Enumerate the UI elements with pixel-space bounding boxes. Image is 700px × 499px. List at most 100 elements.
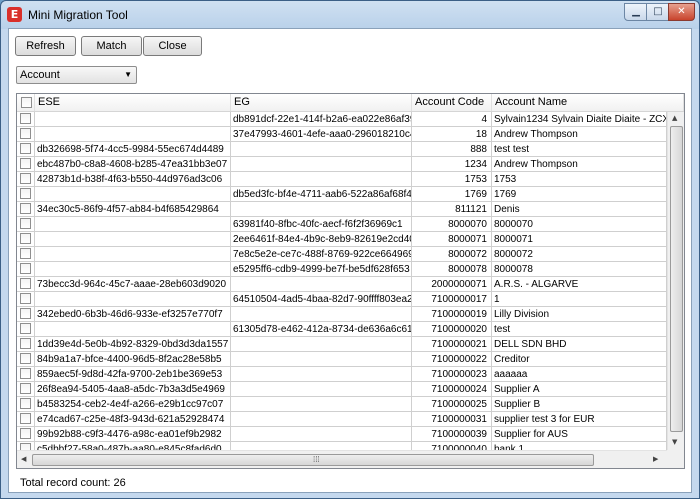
row-checkbox[interactable] (20, 278, 31, 289)
cell-account-code[interactable]: 7100000024 (412, 382, 492, 397)
cell-ese[interactable] (35, 322, 231, 337)
table-row[interactable]: 73becc3d-964c-45c7-aaae-28eb603d9020 2000… (17, 277, 667, 292)
cell-ese[interactable]: e74cad67-c25e-48f3-943d-621a52928474 (35, 412, 231, 427)
cell-account-code[interactable]: 4 (412, 112, 492, 127)
cell-account-code[interactable]: 7100000020 (412, 322, 492, 337)
cell-account-name[interactable]: supplier test 3 for EUR (492, 412, 667, 427)
cell-account-name[interactable]: Denis (492, 202, 667, 217)
table-row[interactable]: 26f8ea94-5405-4aa8-a5dc-7b3a3d5e4969 7100… (17, 382, 667, 397)
horizontal-scroll-thumb[interactable]: ⁞⁞⁞ (32, 454, 594, 466)
row-checkbox[interactable] (20, 368, 31, 379)
row-checkbox[interactable] (20, 353, 31, 364)
cell-ese[interactable] (35, 112, 231, 127)
cell-account-name[interactable]: 1 (492, 292, 667, 307)
match-button[interactable]: Match (81, 36, 142, 56)
table-row[interactable]: 342ebed0-6b3b-46d6-933e-ef3257e770f7 7100… (17, 307, 667, 322)
column-header-account-code[interactable]: Account Code (412, 94, 492, 111)
table-row[interactable]: 859aec5f-9d8d-42fa-9700-2eb1be369e53 7100… (17, 367, 667, 382)
table-row[interactable]: 84b9a1a7-bfce-4400-96d5-8f2ac28e58b5 7100… (17, 352, 667, 367)
cell-eg[interactable]: e5295ff6-cdb9-4999-be7f-be5df628f653 (231, 262, 412, 277)
cell-ese[interactable]: 73becc3d-964c-45c7-aaae-28eb603d9020 (35, 277, 231, 292)
cell-account-name[interactable]: Sylvain1234 Sylvain Diaite Diaite - ZCX7… (492, 112, 667, 127)
column-header-ese[interactable]: ESE (35, 94, 231, 111)
cell-account-code[interactable]: 1234 (412, 157, 492, 172)
cell-ese[interactable]: 342ebed0-6b3b-46d6-933e-ef3257e770f7 (35, 307, 231, 322)
row-checkbox[interactable] (20, 428, 31, 439)
cell-account-code[interactable]: 2000000071 (412, 277, 492, 292)
cell-account-name[interactable]: Lilly Division (492, 307, 667, 322)
entity-type-dropdown[interactable]: Account ▼ (16, 66, 137, 84)
cell-eg[interactable]: db5ed3fc-bf4e-4711-aab6-522a86af68f4 (231, 187, 412, 202)
cell-account-code[interactable]: 7100000023 (412, 367, 492, 382)
cell-ese[interactable]: 1dd39e4d-5e0b-4b92-8329-0bd3d3da1557 (35, 337, 231, 352)
cell-ese[interactable]: 99b92b88-c9f3-4476-a98c-ea01ef9b2982 (35, 427, 231, 442)
cell-eg[interactable]: 61305d78-e462-412a-8734-de636a6c618c (231, 322, 412, 337)
cell-account-name[interactable]: 8000071 (492, 232, 667, 247)
row-checkbox[interactable] (20, 413, 31, 424)
cell-account-code[interactable]: 811121 (412, 202, 492, 217)
cell-eg[interactable]: db891dcf-22e1-414f-b2a6-ea022e86af39 (231, 112, 412, 127)
cell-account-name[interactable]: 8000078 (492, 262, 667, 277)
minimize-button[interactable]: ▁ (624, 3, 648, 21)
cell-ese[interactable] (35, 292, 231, 307)
table-row[interactable]: b4583254-ceb2-4e4f-a266-e29b1cc97c07 7100… (17, 397, 667, 412)
table-row[interactable]: 99b92b88-c9f3-4476-a98c-ea01ef9b2982 7100… (17, 427, 667, 442)
row-checkbox[interactable] (20, 158, 31, 169)
scroll-down-icon[interactable]: ▼ (672, 438, 677, 446)
cell-eg[interactable] (231, 277, 412, 292)
row-checkbox[interactable] (20, 383, 31, 394)
table-row[interactable]: 2ee6461f-84e4-4b9c-8eb9-82619e2cd408 8000… (17, 232, 667, 247)
table-row[interactable]: 42873b1d-b38f-4f63-b550-44d976ad3c06 1753… (17, 172, 667, 187)
cell-ese[interactable]: 84b9a1a7-bfce-4400-96d5-8f2ac28e58b5 (35, 352, 231, 367)
row-checkbox[interactable] (20, 128, 31, 139)
cell-account-name[interactable]: test (492, 322, 667, 337)
table-row[interactable]: 37e47993-4601-4efe-aaa0-296018210c43 18 An… (17, 127, 667, 142)
table-row[interactable]: 34ec30c5-86f9-4f57-ab84-b4f685429864 8111… (17, 202, 667, 217)
cell-ese[interactable] (35, 217, 231, 232)
cell-account-name[interactable]: Supplier for AUS (492, 427, 667, 442)
cell-ese[interactable]: db326698-5f74-4cc5-9984-55ec674d4489 (35, 142, 231, 157)
row-checkbox[interactable] (20, 293, 31, 304)
table-row[interactable]: 61305d78-e462-412a-8734-de636a6c618c 7100… (17, 322, 667, 337)
cell-account-code[interactable]: 1753 (412, 172, 492, 187)
maximize-button[interactable]: □ (646, 3, 670, 21)
close-window-button[interactable]: ✕ (668, 3, 695, 21)
row-checkbox[interactable] (20, 218, 31, 229)
cell-eg[interactable] (231, 337, 412, 352)
cell-account-name[interactable]: Andrew Thompson (492, 127, 667, 142)
row-checkbox[interactable] (20, 173, 31, 184)
cell-ese[interactable]: ebc487b0-c8a8-4608-b285-47ea31bb3e07 (35, 157, 231, 172)
row-checkbox[interactable] (20, 143, 31, 154)
cell-eg[interactable] (231, 172, 412, 187)
row-checkbox[interactable] (20, 263, 31, 274)
cell-account-name[interactable]: 8000072 (492, 247, 667, 262)
cell-eg[interactable] (231, 382, 412, 397)
cell-eg[interactable]: 63981f40-8fbc-40fc-aecf-f6f2f36969c1 (231, 217, 412, 232)
select-all-checkbox[interactable] (21, 97, 32, 108)
cell-ese[interactable] (35, 247, 231, 262)
cell-account-code[interactable]: 1769 (412, 187, 492, 202)
vertical-scrollbar[interactable]: ▲ ▼ (667, 112, 684, 450)
cell-account-name[interactable]: 1769 (492, 187, 667, 202)
cell-account-name[interactable]: test test (492, 142, 667, 157)
cell-account-code[interactable]: 7100000021 (412, 337, 492, 352)
cell-ese[interactable] (35, 262, 231, 277)
cell-account-code[interactable]: 7100000017 (412, 292, 492, 307)
table-row[interactable]: 64510504-4ad5-4baa-82d7-90ffff803ea2 7100… (17, 292, 667, 307)
table-row[interactable]: db326698-5f74-4cc5-9984-55ec674d4489 888 t… (17, 142, 667, 157)
table-row[interactable]: 1dd39e4d-5e0b-4b92-8329-0bd3d3da1557 7100… (17, 337, 667, 352)
cell-account-name[interactable]: Creditor (492, 352, 667, 367)
cell-account-code[interactable]: 8000070 (412, 217, 492, 232)
cell-eg[interactable] (231, 427, 412, 442)
vertical-scroll-thumb[interactable] (670, 126, 683, 432)
cell-ese[interactable] (35, 232, 231, 247)
row-checkbox[interactable] (20, 323, 31, 334)
cell-account-name[interactable]: aaaaaa (492, 367, 667, 382)
close-button[interactable]: Close (143, 36, 202, 56)
cell-ese[interactable] (35, 187, 231, 202)
cell-account-code[interactable]: 18 (412, 127, 492, 142)
cell-eg[interactable]: 7e8c5e2e-ce7c-488f-8769-922ce6649692 (231, 247, 412, 262)
cell-account-name[interactable]: Supplier B (492, 397, 667, 412)
cell-eg[interactable] (231, 352, 412, 367)
scroll-right-icon[interactable]: ▶ (653, 455, 658, 463)
